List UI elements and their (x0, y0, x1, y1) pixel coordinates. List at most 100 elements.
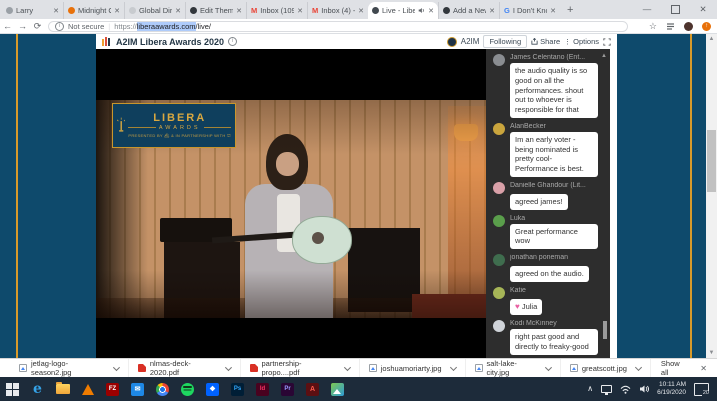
tab-global-directo[interactable]: Global Directo✕ (124, 2, 185, 19)
tab-midnight-carli[interactable]: Midnight Carli✕ (63, 2, 124, 19)
minimize-button[interactable]: — (633, 0, 661, 19)
tab-close-icon[interactable]: ✕ (236, 7, 242, 15)
taskbar-vlc-icon[interactable] (75, 377, 100, 401)
screen: Larry✕Midnight Carli✕Global Directo✕Edit… (0, 0, 717, 401)
download-chevron-icon[interactable] (545, 364, 552, 371)
browser-scrollbar[interactable]: ▲ ▼ (706, 34, 717, 358)
taskbar-start-icon[interactable] (0, 377, 25, 401)
download-chevron-icon[interactable] (225, 364, 232, 371)
profile-avatar[interactable] (684, 22, 693, 31)
scroll-up-arrow[interactable]: ▲ (706, 34, 717, 44)
options-button[interactable]: ⋮ Options (564, 37, 599, 46)
forward-button[interactable]: → (15, 22, 30, 31)
scroll-down-arrow[interactable]: ▼ (706, 348, 717, 358)
extension-icon[interactable] (666, 22, 675, 31)
image-file-icon (475, 364, 483, 372)
notification-center-icon[interactable]: 20 (694, 383, 709, 396)
taskbar-acrobat-icon[interactable]: A (300, 377, 325, 401)
reload-button[interactable]: ⟳ (30, 22, 45, 31)
download-filename: nlmas-deck-2020.pdf (150, 359, 217, 377)
taskbar-mail-icon[interactable]: ✉ (125, 377, 150, 401)
taskbar-filezilla-icon[interactable]: FZ (100, 377, 125, 401)
chat-avatar (493, 287, 505, 299)
share-icon (531, 38, 538, 45)
taskbar-dropbox-icon[interactable]: ❖ (200, 377, 225, 401)
taskbar-spotify-icon[interactable] (175, 377, 200, 401)
tab-favicon: M (251, 7, 257, 15)
tab-add-a-new-po[interactable]: Add a New Po✕ (438, 2, 499, 19)
chat-bubble: the audio quality is so good on all the … (510, 63, 598, 118)
tab-larry[interactable]: Larry✕ (2, 2, 63, 19)
taskbar-premiere-icon[interactable]: Pr (275, 377, 300, 401)
maximize-button[interactable] (661, 0, 689, 19)
fullscreen-icon[interactable] (603, 38, 611, 46)
scrollbar-thumb[interactable] (707, 130, 716, 192)
tab-close-icon[interactable]: ✕ (114, 7, 120, 15)
tab-inbox-4-nlm[interactable]: MInbox (4) - nlm✕ (307, 2, 368, 19)
download-item-salt-lake-city-jpg[interactable]: salt-lake-city.jpg (465, 359, 560, 377)
download-item-partnership-propo-pdf[interactable]: partnership-propo....pdf (240, 359, 359, 377)
close-window-button[interactable]: ✕ (689, 0, 717, 19)
tab-close-icon[interactable]: ✕ (428, 7, 434, 15)
tab-close-icon[interactable]: ✕ (297, 7, 303, 15)
chat-scroll-up-icon[interactable]: ▲ (601, 53, 607, 59)
download-item-greatscott-jpg[interactable]: greatscott.jpg (560, 359, 650, 377)
tab-favicon (372, 7, 379, 14)
wifi-icon[interactable] (620, 385, 631, 394)
volume-icon[interactable] (639, 384, 649, 394)
download-item-nlmas-deck-2020-pdf[interactable]: nlmas-deck-2020.pdf (128, 359, 240, 377)
taskbar-clock[interactable]: 10:11 AM 6/19/2020 (657, 381, 686, 397)
tab-edit-themes[interactable]: Edit Themes -✕ (185, 2, 246, 19)
info-icon[interactable]: i (228, 37, 237, 46)
close-downloads-icon[interactable]: ✕ (700, 364, 707, 373)
display-tray-icon[interactable] (601, 385, 612, 393)
show-all-button[interactable]: Show all (661, 359, 688, 377)
taskbar-photoshop-icon[interactable]: Ps (225, 377, 250, 401)
tab-close-icon[interactable]: ✕ (53, 7, 59, 15)
channel-avatar[interactable] (447, 37, 457, 47)
address-bar[interactable]: i Not secure | https://liberaawards.com/… (48, 21, 628, 32)
taskbar-chrome-icon[interactable] (150, 377, 175, 401)
pdf-file-icon (250, 364, 258, 372)
taskbar-file-explorer-icon[interactable] (50, 377, 75, 401)
image-file-icon (369, 364, 377, 372)
chat-username: Danielle Ghandour (Lit... (510, 182, 598, 189)
banner-credits: PRESENTED BY ⛴ & IN PARTNERSHIP WITH ⛫ (128, 133, 231, 139)
back-button[interactable]: ← (0, 22, 15, 31)
tray-expand-icon[interactable]: ∧ (587, 385, 593, 393)
tab-inbox-109-la[interactable]: MInbox (109) - la✕ (246, 2, 307, 19)
tab-close-icon[interactable]: ✕ (358, 7, 364, 15)
chat-avatar (493, 320, 505, 332)
trophy-icon (117, 114, 125, 138)
following-button[interactable]: Following (483, 35, 527, 48)
download-chevron-icon[interactable] (113, 364, 120, 371)
tab-label: I Don't Know H (513, 6, 547, 15)
new-tab-button[interactable]: + (567, 5, 573, 16)
tab-label: Live - Liber (382, 6, 415, 15)
tab-live-liber[interactable]: Live - Liber ✕ (368, 2, 438, 19)
tab-close-icon[interactable]: ✕ (550, 7, 556, 15)
channel-name[interactable]: A2IM (461, 37, 480, 46)
browser-update-icon[interactable]: ↑ (702, 22, 711, 31)
download-chevron-icon[interactable] (635, 363, 642, 370)
download-chevron-icon[interactable] (344, 364, 351, 371)
tab-favicon (443, 7, 450, 14)
bookmark-star-icon[interactable]: ☆ (649, 22, 657, 31)
chat-bubble: agreed james! (510, 194, 568, 210)
taskbar-indesign-icon[interactable]: Id (250, 377, 275, 401)
download-chevron-icon[interactable] (449, 363, 456, 370)
not-secure-icon[interactable]: i (55, 22, 64, 31)
video-player[interactable]: LIBERA AWARDS PRESENTED BY ⛴ & IN PARTNE… (96, 49, 486, 358)
taskbar-photos-icon[interactable] (325, 377, 350, 401)
download-filename: partnership-propo....pdf (262, 359, 336, 377)
taskbar-edge-icon[interactable]: e (25, 377, 50, 401)
chat-scrollbar-thumb[interactable] (603, 321, 607, 339)
download-item-joshuamoriarty-jpg[interactable]: joshuamoriarty.jpg (359, 359, 465, 377)
share-button[interactable]: Share (531, 37, 560, 46)
tab-close-icon[interactable]: ✕ (489, 7, 495, 15)
chat-username: jonathan poneman (510, 254, 598, 261)
not-secure-label: Not secure (68, 22, 104, 31)
download-item-jetlag-logo-season2-jpg[interactable]: jetlag-logo-season2.jpg (10, 359, 128, 377)
tab-i-don-t-know-h[interactable]: GI Don't Know H✕ (499, 2, 560, 19)
tab-close-icon[interactable]: ✕ (175, 7, 181, 15)
